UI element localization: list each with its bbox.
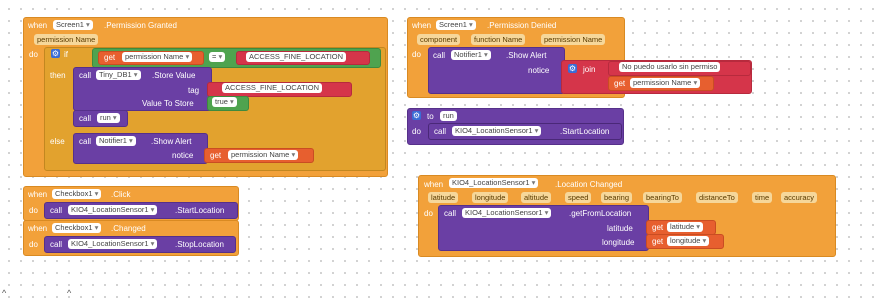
when-label: when [28, 224, 48, 233]
screen-component-dropdown[interactable]: Screen1 [53, 20, 93, 30]
when-label: when [28, 190, 48, 199]
get-label: get [652, 223, 664, 232]
screen-component-dropdown[interactable]: Screen1 [436, 20, 476, 30]
checkbox-dropdown[interactable]: Checkbox1 [52, 189, 102, 199]
do-label: do [29, 50, 38, 59]
call-label: call [79, 114, 92, 123]
join-label: join [583, 65, 596, 74]
show-alert-label: .Show Alert [151, 137, 192, 146]
get-longitude-dropdown[interactable]: longitude [667, 236, 710, 246]
call-label: call [434, 127, 447, 136]
param-permission-name[interactable]: permission Name [541, 34, 606, 45]
caret-icon: ^ [67, 288, 72, 298]
method-label: .StartLocation [560, 127, 610, 136]
if-label: if [64, 50, 68, 59]
equals-dropdown[interactable]: = [209, 52, 226, 62]
get-var-dropdown[interactable]: permission Name [122, 52, 193, 62]
procedure-name[interactable]: run [440, 111, 457, 121]
show-alert-label: .Show Alert [506, 51, 547, 60]
param-function-name[interactable]: function Name [471, 34, 526, 45]
sensor-dropdown[interactable]: KIO4_LocationSensor1 [452, 126, 542, 136]
value-to-store-label: Value To Store [142, 99, 194, 108]
event-name-label: .Permission Granted [104, 21, 177, 30]
param-speed[interactable]: speed [565, 192, 592, 203]
event-name-label: .Click [111, 190, 131, 199]
text-value[interactable]: ACCESS_FINE_LOCATION [246, 52, 347, 62]
call-label: call [79, 71, 92, 80]
param-permission-name[interactable]: permission Name [34, 34, 99, 45]
longitude-arg-label: longitude [602, 238, 635, 247]
then-label: then [50, 71, 66, 80]
param-latitude[interactable]: latitude [428, 192, 459, 203]
get-label: get [614, 79, 626, 88]
get-label: get [210, 151, 222, 160]
tag-label: tag [188, 86, 200, 95]
param-longitude[interactable]: longitude [472, 192, 509, 203]
param-component[interactable]: component [417, 34, 461, 45]
sensor-dropdown[interactable]: KIO4_LocationSensor1 [68, 205, 158, 215]
mutator-gear-icon[interactable]: ⚙ [412, 111, 421, 120]
notifier-dropdown[interactable]: Notifier1 [451, 50, 491, 60]
do-label: do [29, 240, 38, 249]
get-var-dropdown[interactable]: permission Name [228, 150, 299, 160]
do-label: do [412, 50, 421, 59]
call-label: call [79, 137, 92, 146]
call-label: call [433, 51, 446, 60]
to-label: to [427, 112, 434, 121]
true-dropdown[interactable]: true [212, 97, 237, 107]
call-label: call [50, 240, 63, 249]
param-time[interactable]: time [752, 192, 773, 203]
when-label: when [28, 21, 48, 30]
param-altitude[interactable]: altitude [521, 192, 552, 203]
call-label: call [444, 209, 457, 218]
get-latitude-dropdown[interactable]: latitude [667, 222, 704, 232]
do-label: do [29, 206, 38, 215]
param-bearing-to[interactable]: bearingTo [643, 192, 682, 203]
get-label: get [104, 53, 116, 62]
checkbox-dropdown[interactable]: Checkbox1 [52, 223, 102, 233]
notice-label: notice [172, 151, 194, 160]
notice-label: notice [528, 66, 550, 75]
sensor-dropdown[interactable]: KIO4_LocationSensor1 [449, 178, 539, 188]
store-value-label: .Store Value [152, 71, 196, 80]
event-name-label: .Changed [111, 224, 146, 233]
param-accuracy[interactable]: accuracy [781, 192, 818, 203]
else-label: else [50, 137, 65, 146]
method-label: .getFromLocation [569, 209, 632, 218]
tinydb-dropdown[interactable]: Tiny_DB1 [96, 70, 141, 80]
notifier-dropdown[interactable]: Notifier1 [96, 136, 136, 146]
tag-text-value[interactable]: ACCESS_FINE_LOCATION [222, 83, 323, 93]
get-var-dropdown[interactable]: permission Name [630, 78, 701, 88]
mutator-gear-icon[interactable]: ⚙ [51, 49, 60, 58]
caret-icon: ^ [2, 288, 7, 298]
sensor-dropdown[interactable]: KIO4_LocationSensor1 [462, 208, 552, 218]
mutator-gear-icon[interactable]: ⚙ [568, 64, 577, 73]
param-bearing[interactable]: bearing [601, 192, 633, 203]
param-distance-to[interactable]: distanceTo [696, 192, 738, 203]
sensor-dropdown[interactable]: KIO4_LocationSensor1 [68, 239, 158, 249]
when-label: when [424, 180, 444, 189]
join-text-value[interactable]: No puedo usarlo sin permiso [619, 62, 721, 72]
do-label: do [424, 209, 433, 218]
get-label: get [652, 237, 664, 246]
method-label: .StartLocation [175, 206, 225, 215]
event-name-label: .Location Changed [555, 180, 623, 189]
do-label: do [412, 127, 421, 136]
run-dropdown[interactable]: run [97, 113, 120, 123]
call-label: call [50, 206, 63, 215]
event-name-label: .Permission Denied [487, 21, 557, 30]
when-label: when [412, 21, 432, 30]
latitude-arg-label: latitude [607, 224, 633, 233]
method-label: .StopLocation [175, 240, 224, 249]
